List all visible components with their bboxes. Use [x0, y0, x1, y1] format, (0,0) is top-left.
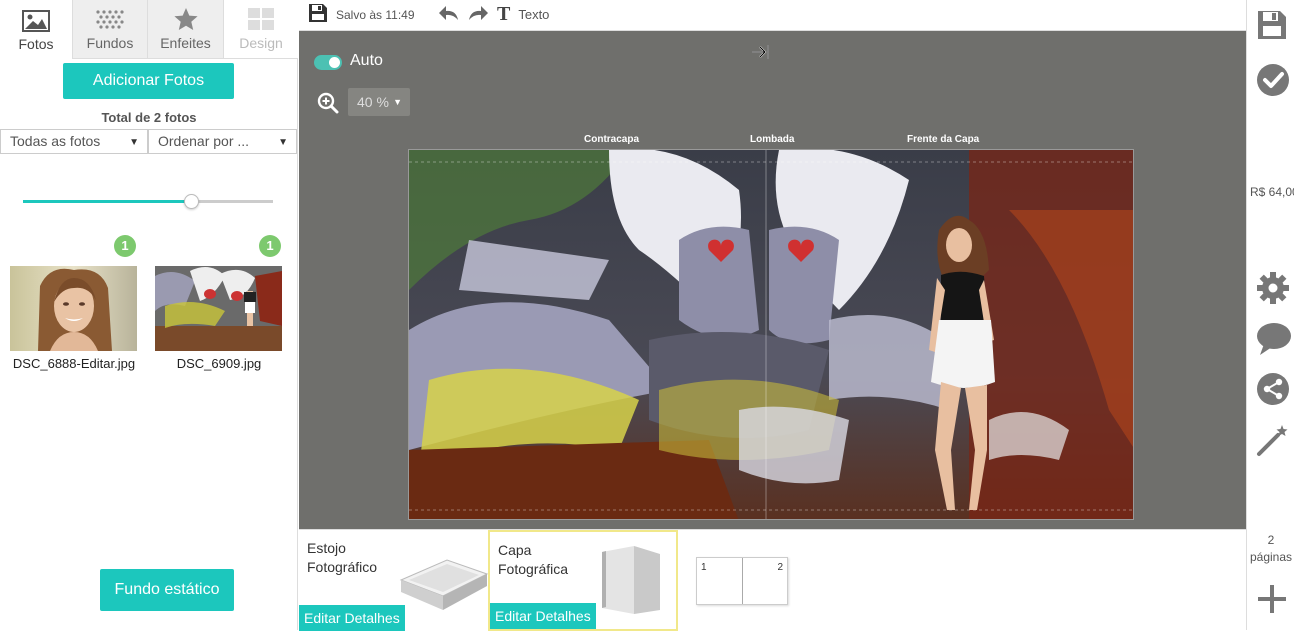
front-cover-label: Frente da Capa — [907, 134, 980, 145]
zoom-value: 40 % — [357, 94, 389, 110]
gear-icon[interactable] — [1256, 271, 1290, 305]
save-status: Salvo às 11:49 — [336, 8, 415, 22]
product-capa[interactable]: Capa Fotográfica Editar Detalhes — [488, 530, 678, 631]
page-count-label: páginas — [1249, 550, 1293, 564]
auto-toggle[interactable] — [314, 55, 342, 70]
edit-details-button[interactable]: Editar Detalhes — [299, 605, 405, 631]
left-sidebar: Fotos Fundos Enfeites Design Adicionar F… — [0, 0, 298, 630]
spread-divider — [742, 558, 743, 604]
chevron-down-icon: ▼ — [129, 137, 139, 148]
add-text-label: Texto — [518, 6, 550, 22]
save-icon[interactable] — [308, 3, 328, 23]
photo-thumbnail[interactable] — [10, 266, 137, 351]
photo-total: Total de 2 fotos — [101, 110, 197, 125]
zoom-in-icon[interactable] — [317, 92, 339, 114]
tab-enfeites-label: Enfeites — [160, 35, 211, 51]
filter-dropdown-value: Todas as fotos — [10, 133, 101, 149]
graffiti-cover-photo — [409, 150, 1133, 519]
magic-wand-icon[interactable] — [1256, 423, 1290, 457]
photo-book-image — [602, 546, 660, 614]
portrait-photo — [10, 266, 137, 351]
box-case-image — [399, 559, 489, 610]
page-spread-thumbnail[interactable]: 1 2 — [696, 557, 788, 605]
page-number: 2 — [777, 562, 783, 573]
graffiti-photo — [155, 266, 282, 351]
pattern-icon — [96, 10, 124, 29]
cover-spread[interactable] — [408, 149, 1134, 520]
product-estojo[interactable]: Estojo Fotográfico Editar Detalhes — [299, 530, 489, 631]
undo-icon[interactable] — [438, 4, 460, 24]
layout-icon — [248, 8, 274, 30]
chat-bubble-icon[interactable] — [1256, 322, 1292, 356]
photo-filename: DSC_6909.jpg — [176, 356, 262, 371]
tab-design-label: Design — [239, 35, 283, 51]
sidebar-tabs: Fotos Fundos Enfeites Design — [0, 0, 298, 59]
text-icon: T — [497, 2, 511, 25]
slider-handle[interactable] — [183, 194, 199, 209]
edit-details-button[interactable]: Editar Detalhes — [490, 603, 596, 629]
static-background-button[interactable]: Fundo estático — [100, 569, 234, 611]
redo-icon[interactable] — [467, 4, 489, 24]
top-toolbar: Salvo às 11:49 T Texto — [299, 0, 1246, 31]
product-name: Capa Fotográfica — [498, 542, 569, 577]
tab-fotos[interactable]: Fotos — [0, 0, 73, 59]
plus-icon[interactable] — [1256, 583, 1288, 615]
image-icon — [22, 10, 50, 32]
tab-design: Design — [224, 0, 298, 59]
share-icon[interactable] — [1256, 372, 1290, 406]
tab-fundos-label: Fundos — [86, 35, 134, 51]
chevron-down-icon: ▼ — [278, 137, 288, 148]
product-name: Estojo Fotográfico — [307, 540, 378, 575]
tab-fotos-label: Fotos — [18, 36, 54, 52]
add-text-button[interactable]: T Texto — [497, 3, 549, 25]
tab-enfeites[interactable]: Enfeites — [148, 0, 224, 59]
zoom-select[interactable]: 40 % ▼ — [348, 88, 410, 116]
checkmark-circle-icon[interactable] — [1256, 63, 1290, 97]
collapse-arrow-icon[interactable] — [751, 44, 771, 60]
sort-dropdown-value: Ordenar por ... — [158, 133, 250, 149]
auto-toggle-label: Auto — [350, 52, 383, 69]
page-count-number: 2 — [1267, 533, 1275, 547]
sort-dropdown[interactable]: Ordenar por ... ▼ — [148, 129, 297, 154]
star-icon — [173, 8, 198, 30]
thumbnail-size-slider[interactable] — [23, 193, 273, 211]
save-icon[interactable] — [1256, 9, 1288, 41]
product-strip: Estojo Fotográfico Editar Detalhes Capa … — [299, 529, 1246, 631]
photo-thumbnail[interactable] — [155, 266, 282, 351]
filter-dropdown[interactable]: Todas as fotos ▼ — [0, 129, 148, 154]
toggle-knob — [329, 57, 340, 68]
slider-fill — [23, 200, 191, 203]
page-count: 2 páginas — [1247, 532, 1294, 566]
use-count-badge: 1 — [259, 235, 281, 257]
add-photos-button[interactable]: Adicionar Fotos — [63, 63, 234, 99]
back-cover-label: Contracapa — [584, 134, 640, 145]
tab-fundos[interactable]: Fundos — [73, 0, 148, 59]
page-number: 1 — [701, 562, 707, 573]
caret-down-icon: ▼ — [393, 97, 402, 107]
use-count-badge: 1 — [114, 235, 136, 257]
right-sidebar: R$ 64,00 2 páginas — [1246, 0, 1294, 630]
photo-filename: DSC_6888-Editar.jpg — [12, 356, 136, 371]
editor-canvas: Auto 40 % ▼ Contracapa Lombada Frente da… — [299, 31, 1246, 529]
price-label: R$ 64,00 — [1250, 185, 1294, 199]
spine-label: Lombada — [750, 134, 795, 145]
